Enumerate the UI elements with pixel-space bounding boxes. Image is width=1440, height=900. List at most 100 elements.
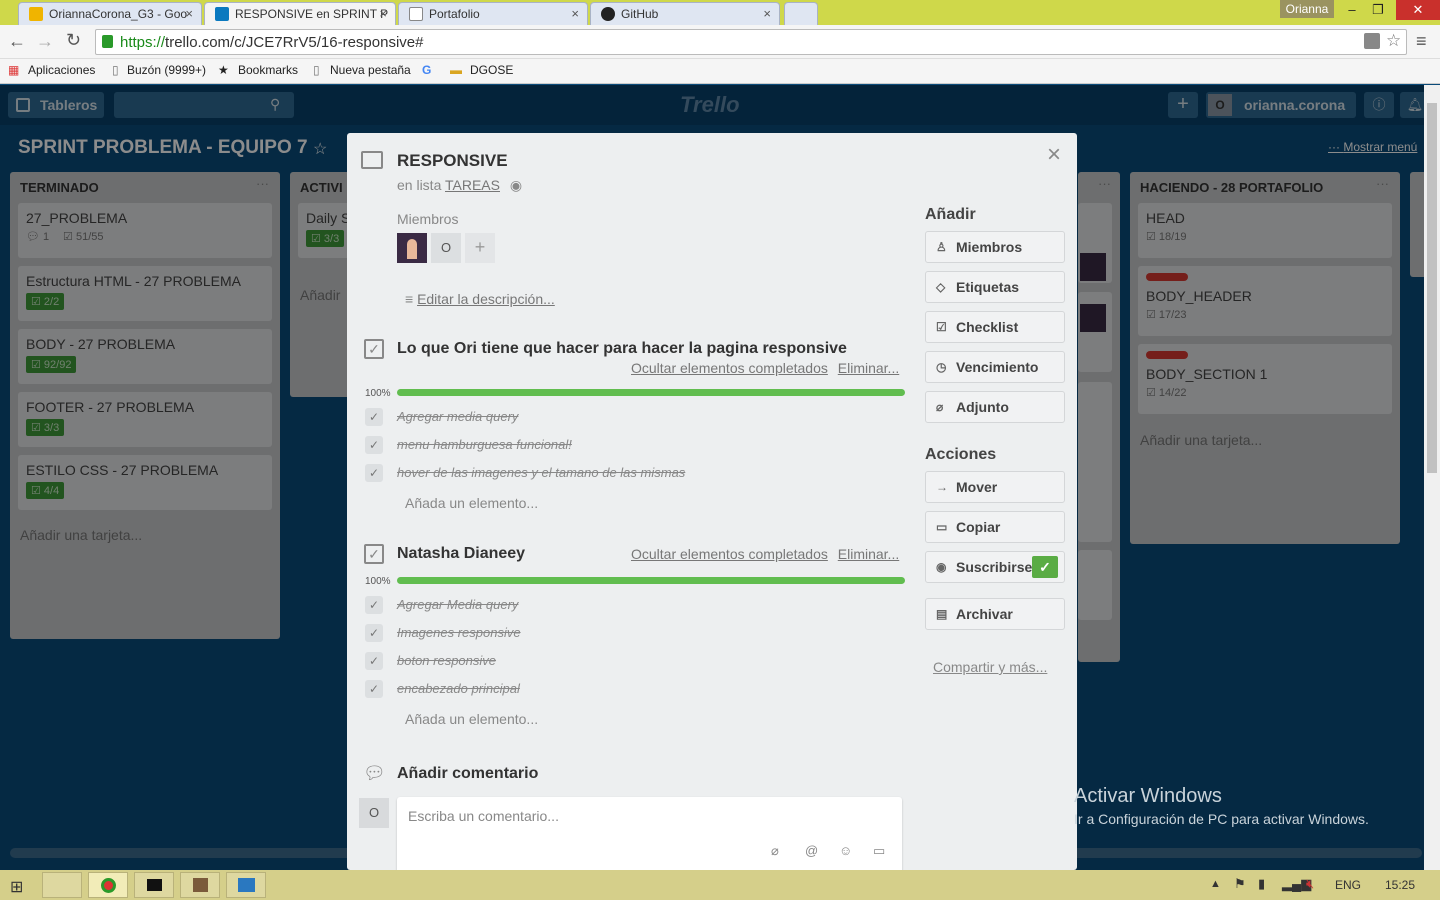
hide-completed-link[interactable]: Ocultar elementos completados	[631, 360, 828, 376]
star-icon: ★	[218, 63, 229, 77]
browser-tab-drive[interactable]: OriannaCorona_G3 - Goo ×	[18, 2, 202, 25]
windows-watermark-text: Ir a Configuración de PC para activar Wi…	[1074, 811, 1369, 827]
folder-icon: ▬	[450, 63, 462, 77]
star-icon[interactable]: ☆	[1386, 31, 1401, 51]
windows-start-icon[interactable]: ⊞	[10, 877, 23, 897]
bookmark-buzon[interactable]: Buzón (9999+)	[127, 63, 206, 77]
card-list-info: en lista TAREAS ◉	[397, 177, 523, 193]
check-icon[interactable]: ✓	[365, 652, 383, 670]
due-date-button[interactable]: ◷ Vencimiento	[925, 351, 1065, 383]
labels-button[interactable]: ◇ Etiquetas	[925, 271, 1065, 303]
archive-icon: ▤	[936, 607, 948, 621]
forward-icon[interactable]: →	[36, 31, 54, 52]
flag-icon[interactable]: ⚑	[1234, 876, 1246, 892]
remote-desktop-icon[interactable]	[226, 872, 266, 898]
members-button[interactable]: ♙ Miembros	[925, 231, 1065, 263]
edit-description[interactable]: ≡ Editar la descripción...	[405, 291, 555, 307]
close-icon[interactable]: ×	[185, 6, 193, 21]
person-icon: ♙	[936, 240, 947, 254]
google-icon[interactable]: G	[422, 63, 431, 77]
profile-badge[interactable]: Orianna	[1280, 0, 1334, 18]
tag-icon: ◇	[936, 280, 946, 294]
page-scrollbar[interactable]	[1424, 85, 1440, 870]
close-icon[interactable]: ×	[571, 6, 579, 21]
card-link-icon[interactable]: ▭	[873, 843, 885, 859]
add-item-link[interactable]: Añada un elemento...	[405, 711, 538, 727]
emoji-icon[interactable]: ☺	[839, 843, 852, 858]
comment-input[interactable]: Escriba un comentario... ⌀ @ ☺ ▭	[397, 797, 902, 877]
cmd-icon[interactable]	[134, 872, 174, 898]
browser-tab-bar: OriannaCorona_G3 - Goo × RESPONSIVE en SP…	[0, 0, 1440, 25]
check-icon[interactable]: ✓	[365, 436, 383, 454]
windows-taskbar: ⊞ ▲ ⚑ ▮ ▂▄▆ 🔇︎ ENG 15:25	[0, 870, 1440, 900]
avatar: O	[359, 798, 389, 828]
reload-icon[interactable]: ↻	[66, 30, 81, 51]
app-icon[interactable]	[180, 872, 220, 898]
chrome-icon[interactable]	[88, 872, 128, 898]
move-button[interactable]: → Mover	[925, 471, 1065, 503]
checklist-button[interactable]: ☑ Checklist	[925, 311, 1065, 343]
browser-tab-github[interactable]: GitHub ×	[590, 2, 780, 25]
lock-icon	[102, 35, 113, 48]
bookmarks-bar: ▦ Aplicaciones ▯ Buzón (9999+) ★ Bookmar…	[0, 59, 1440, 135]
share-link[interactable]: Compartir y más...	[933, 659, 1047, 675]
archive-button[interactable]: ▤ Archivar	[925, 598, 1065, 630]
bookmark-apps[interactable]: Aplicaciones	[28, 63, 95, 77]
eye-icon: ◉	[936, 560, 947, 574]
back-icon[interactable]: ←	[8, 31, 26, 52]
close-icon[interactable]: ×	[763, 6, 771, 21]
check-icon[interactable]: ✓	[365, 624, 383, 642]
mention-icon[interactable]: @	[805, 843, 818, 858]
scrollbar-thumb[interactable]	[1427, 103, 1437, 473]
checklist-title[interactable]: Lo que Ori tiene que hacer para hacer la…	[397, 340, 847, 358]
add-member-button[interactable]: +	[465, 233, 495, 263]
progress-percent: 100%	[365, 576, 391, 587]
check-icon[interactable]: ✓	[365, 408, 383, 426]
browser-tab-trello[interactable]: RESPONSIVE en SPRINT P ×	[204, 2, 396, 25]
subscribe-button[interactable]: ◉ Suscribirse ✓	[925, 551, 1065, 583]
copy-button[interactable]: ▭ Copiar	[925, 511, 1065, 543]
translate-icon[interactable]	[1364, 33, 1380, 49]
windows-watermark-title: Activar Windows	[1074, 785, 1222, 807]
delete-checklist-link[interactable]: Eliminar...	[838, 360, 899, 376]
attachment-icon[interactable]: ⌀	[771, 843, 779, 859]
check-icon[interactable]: ✓	[365, 464, 383, 482]
battery-icon[interactable]: ▮	[1258, 876, 1265, 892]
language-indicator[interactable]: ENG	[1335, 878, 1361, 892]
check-icon[interactable]: ✓	[365, 596, 383, 614]
browser-tab-portafolio[interactable]: Portafolio ×	[398, 2, 588, 25]
list-link[interactable]: TAREAS	[445, 177, 500, 193]
copy-icon: ▭	[936, 520, 948, 534]
add-item-link[interactable]: Añada un elemento...	[405, 495, 538, 511]
menu-icon[interactable]: ≡	[1416, 31, 1427, 52]
check-icon[interactable]: ✓	[365, 680, 383, 698]
trello-icon	[215, 7, 229, 21]
bookmark-dgose[interactable]: DGOSE	[470, 63, 513, 77]
clock[interactable]: 15:25	[1385, 878, 1415, 892]
avatar[interactable]	[397, 233, 427, 263]
new-tab-button[interactable]	[784, 2, 818, 25]
restore-icon[interactable]: ❐	[1368, 0, 1388, 20]
drive-icon	[29, 7, 43, 21]
page-icon: ▯	[313, 63, 320, 77]
file-explorer-icon[interactable]	[42, 872, 82, 898]
avatar[interactable]: O	[431, 233, 461, 263]
card-title[interactable]: RESPONSIVE	[397, 151, 508, 171]
tray-chevron-icon[interactable]: ▲	[1210, 878, 1221, 890]
checklist-title[interactable]: Natasha Dianeey	[397, 545, 525, 563]
bookmark-bookmarks[interactable]: Bookmarks	[238, 63, 298, 77]
bookmark-new-tab[interactable]: Nueva pestaña	[330, 63, 411, 77]
close-window-icon[interactable]: ✕	[1396, 0, 1440, 20]
close-icon[interactable]: ×	[379, 6, 387, 21]
minimize-icon[interactable]: –	[1342, 0, 1362, 20]
attachment-button[interactable]: ⌀ Adjunto	[925, 391, 1065, 423]
url-input[interactable]: https://trello.com/c/JCE7RrV5/16-respons…	[95, 29, 1407, 55]
hide-completed-link[interactable]: Ocultar elementos completados	[631, 546, 828, 562]
progress-percent: 100%	[365, 388, 391, 399]
add-section-title: Añadir	[925, 206, 976, 223]
close-icon[interactable]: ×	[1047, 141, 1061, 169]
card-detail-modal: RESPONSIVE × en lista TAREAS ◉ Miembros …	[347, 133, 1077, 877]
checkbox-icon: ☑	[936, 320, 947, 334]
delete-checklist-link[interactable]: Eliminar...	[838, 546, 899, 562]
volume-muted-icon[interactable]: 🔇︎	[1306, 876, 1314, 892]
